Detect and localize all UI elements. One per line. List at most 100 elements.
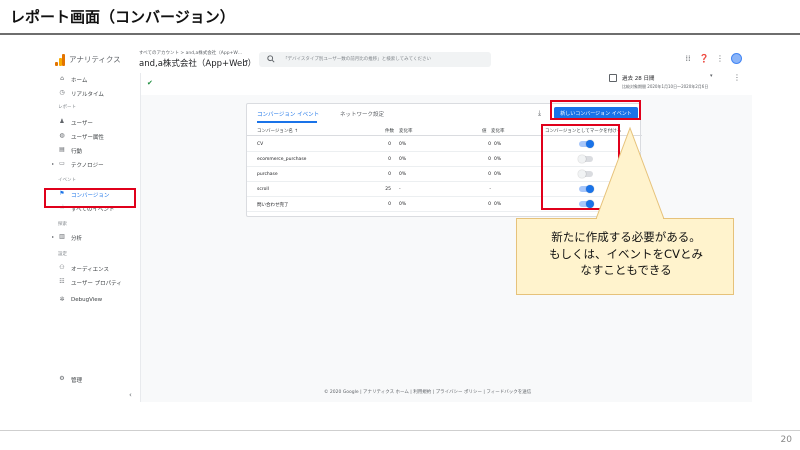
expand-icon[interactable]: ▸ (52, 161, 54, 166)
cell-count: 0 (388, 202, 391, 207)
cell-count-change: 0% (399, 172, 407, 177)
compare-range-text: 比較対象期間 2020年1月10日～2020年2月6日 (622, 84, 709, 89)
sidebar-item-label: ユーザー プロパティ (71, 281, 122, 287)
tab-network-settings[interactable]: ネットワーク設定 (340, 110, 384, 118)
sidebar-item-home[interactable]: ⌂ ホーム (49, 73, 141, 85)
search-placeholder: 「デバイスタイプ別ユーザー数の前月比の推移」と検索してみてください (283, 57, 432, 62)
sidebar: ⌂ ホーム ◷ リアルタイム レポート ♟ ユーザー ◍ ユーザー属性 ▤ 行動… (49, 73, 141, 402)
audience-icon: ⚇ (59, 264, 65, 271)
globe-icon: ◍ (59, 132, 65, 139)
sidebar-item-behavior[interactable]: ▤ 行動 (49, 144, 141, 156)
person-icon: ♟ (59, 118, 65, 125)
cell-count: 0 (388, 157, 391, 162)
more-vert-icon[interactable]: ⋮ (715, 54, 725, 64)
tab-conversion-events[interactable]: コンバージョン イベント (257, 110, 319, 118)
property-icon: ☷ (59, 278, 65, 285)
title-divider (0, 33, 800, 35)
cell-value: - (489, 187, 491, 192)
analysis-icon: ▥ (59, 233, 65, 240)
date-more-icon[interactable]: ⋮ (733, 73, 741, 82)
sidebar-item-user-properties[interactable]: ☷ ユーザー プロパティ (49, 276, 141, 288)
cell-count: 0 (388, 172, 391, 177)
sidebar-item-admin[interactable]: ⚙ 管理 (49, 373, 141, 385)
cell-name[interactable]: CV (257, 142, 263, 147)
apps-grid-icon[interactable]: ⁞⁞ (683, 54, 693, 64)
sidebar-item-label: 分析 (71, 236, 83, 242)
highlight-toggle-column (541, 124, 620, 210)
gear-icon: ⚙ (59, 375, 65, 382)
section-explore: 探索 (58, 222, 67, 227)
collapse-sidebar-icon[interactable]: ‹ (129, 391, 132, 399)
home-icon: ⌂ (60, 75, 64, 82)
search-icon (267, 55, 275, 63)
highlight-conversions-nav (44, 188, 136, 208)
cell-value: 0 (488, 157, 491, 162)
sidebar-item-demographics[interactable]: ◍ ユーザー属性 (49, 130, 141, 142)
slide-title: レポート画面（コンバージョン） (10, 8, 235, 26)
account-breadcrumb[interactable]: すべてのアカウント > and,a株式会社（App+W… (139, 50, 242, 56)
callout-box: 新たに作成する必要がある。 もしくは、イベントをCVとみ なすこともできる (516, 218, 734, 295)
cell-count: 25 (385, 187, 391, 192)
analytics-logo-icon (55, 54, 65, 66)
verified-check-icon: ✔ (147, 79, 153, 87)
sidebar-item-technology[interactable]: ▸ ▭ テクノロジー (49, 158, 141, 170)
cell-count-change: 0% (399, 202, 407, 207)
cell-name[interactable]: 問い合わせ完了 (257, 202, 289, 208)
devices-icon: ▭ (59, 160, 65, 167)
sidebar-item-audiences[interactable]: ⚇ オーディエンス (49, 262, 141, 274)
col-count-change-header[interactable]: 変化率 (399, 128, 413, 134)
sidebar-item-label: ユーザー属性 (71, 135, 104, 141)
date-caret-icon: ▾ (710, 73, 713, 79)
top-bar: アナリティクス すべてのアカウント > and,a株式会社（App+W… and… (49, 45, 752, 73)
sidebar-item-label: ユーザー (71, 121, 93, 127)
cell-value: 0 (488, 142, 491, 147)
col-name-header[interactable]: コンバージョン名 ↑ (257, 128, 298, 134)
cell-count-change: 0% (399, 142, 407, 147)
footer-links[interactable]: © 2020 Google | アナリティクス ホーム | 利用規約 | プライ… (324, 389, 531, 395)
top-actions: ⁞⁞ ❓ ⋮ (683, 53, 742, 64)
avatar[interactable] (731, 53, 742, 64)
cell-count-change: 0% (399, 157, 407, 162)
cell-value-change: 0% (494, 172, 502, 177)
download-icon[interactable]: ⤓ (538, 109, 541, 118)
sidebar-item-realtime[interactable]: ◷ リアルタイム (49, 87, 141, 99)
cell-value-change: 0% (494, 202, 502, 207)
sidebar-item-label: DebugView (71, 297, 103, 303)
cell-value: 0 (488, 172, 491, 177)
active-tab-indicator (257, 121, 317, 123)
date-range-selector[interactable]: 過去 28 日間 ▾ 比較対象期間 2020年1月10日～2020年2月6日 ⋮ (609, 73, 744, 95)
cell-value: 0 (488, 202, 491, 207)
callout-text: 新たに作成する必要がある。 もしくは、イベントをCVとみ なすこともできる (549, 230, 703, 278)
sidebar-item-label: オーディエンス (71, 267, 110, 273)
slide: レポート画面（コンバージョン） アナリティクス すべてのアカウント > and,… (0, 0, 800, 450)
sidebar-item-users[interactable]: ♟ ユーザー (49, 116, 141, 128)
product-name: アナリティクス (69, 55, 121, 64)
cell-name[interactable]: ecommerce_purchase (257, 157, 306, 162)
sidebar-item-debugview[interactable]: ✲ DebugView (49, 294, 141, 306)
debug-icon: ✲ (59, 296, 65, 303)
cell-name[interactable]: scroll (257, 187, 269, 192)
col-value-change-header[interactable]: 変化率 (491, 128, 505, 134)
cell-value-change: 0% (494, 142, 502, 147)
sidebar-item-label: 管理 (71, 378, 83, 384)
calendar-icon (609, 74, 617, 82)
account-caret-icon[interactable]: ▾ (245, 58, 248, 65)
col-count-header[interactable]: 件数 (385, 128, 394, 134)
cell-name[interactable]: purchase (257, 172, 278, 177)
table-icon: ▤ (59, 146, 65, 153)
search-input[interactable]: 「デバイスタイプ別ユーザー数の前月比の推移」と検索してみてください (259, 52, 491, 67)
account-name[interactable]: and,a株式会社（App+Web） (139, 57, 256, 69)
section-event: イベント (58, 178, 76, 183)
section-config: 設定 (58, 252, 67, 257)
sidebar-item-label: 行動 (71, 149, 83, 155)
footer-divider (0, 430, 800, 431)
section-report: レポート (58, 105, 76, 110)
expand-icon[interactable]: ▸ (52, 234, 54, 239)
sidebar-item-label: ホーム (71, 78, 88, 84)
cell-count: 0 (388, 142, 391, 147)
cell-value-change: 0% (494, 157, 502, 162)
sidebar-item-analysis[interactable]: ▸ ▥ 分析 (49, 231, 141, 243)
help-icon[interactable]: ❓ (699, 54, 709, 64)
col-value-header[interactable]: 値 (482, 128, 487, 134)
cell-count-change: - (399, 187, 401, 192)
